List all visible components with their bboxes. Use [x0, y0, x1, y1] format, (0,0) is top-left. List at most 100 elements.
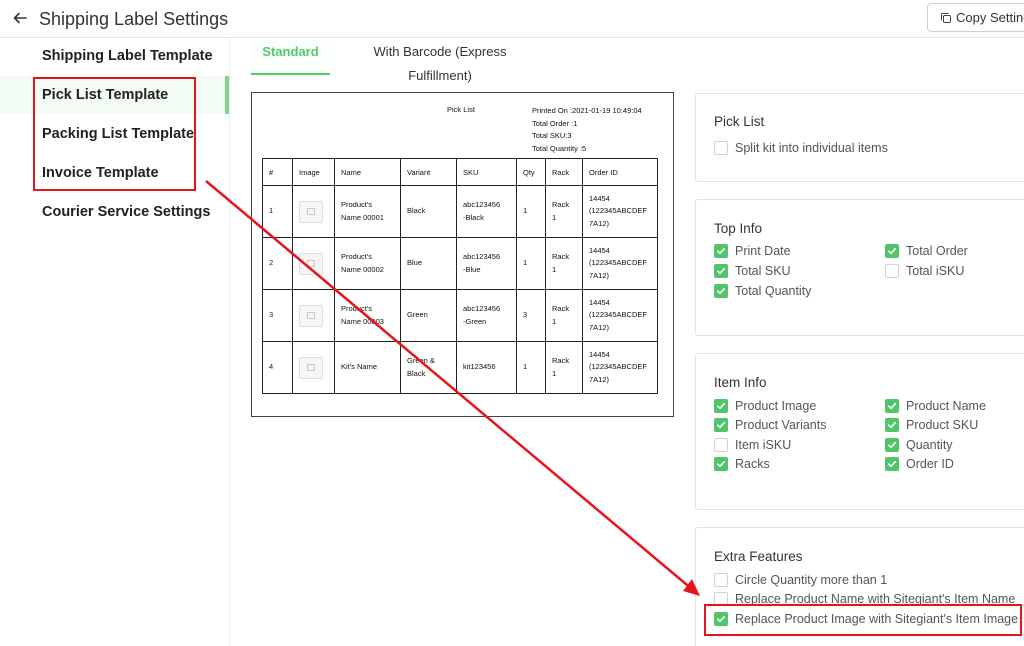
- table-row: 4 Kit's Name Green & Black kit123456 1 Rack 1 14…: [262, 341, 658, 394]
- option-total-order[interactable]: Total Order: [885, 244, 968, 258]
- option-racks[interactable]: Racks: [714, 457, 770, 471]
- cell-line: Green &: [407, 356, 435, 365]
- checkbox[interactable]: [885, 418, 899, 432]
- cell-line: 7A12): [589, 374, 610, 384]
- option-split-kit-into-individual-items[interactable]: Split kit into individual items: [714, 141, 888, 155]
- option-quantity[interactable]: Quantity: [885, 438, 953, 452]
- option-label: Total iSKU: [906, 264, 965, 278]
- option-product-image[interactable]: Product Image: [714, 399, 816, 413]
- cell-line: abc123456: [463, 252, 501, 261]
- cell-no: 1: [262, 185, 293, 238]
- preview-meta: Printed On :2021-01-19 10:49:04 Total Or…: [532, 105, 642, 156]
- check-icon: [888, 247, 897, 255]
- checkbox[interactable]: [714, 573, 728, 587]
- cell-line: (122345ABCDEF: [589, 362, 647, 372]
- col-qty: Qty: [516, 158, 546, 186]
- option-label: Total Order: [906, 244, 968, 258]
- cell-qty: 1: [516, 341, 546, 394]
- option-total-sku[interactable]: Total SKU: [714, 264, 791, 278]
- cell-rack: Rack 1: [545, 185, 583, 238]
- printed-on: Printed On :2021-01-19 10:49:04: [532, 106, 642, 115]
- pick-list-table: # Image Name Variant SKU Qty Rack Order …: [262, 158, 658, 394]
- option-product-name[interactable]: Product Name: [885, 399, 986, 413]
- option-total-isku[interactable]: Total iSKU: [885, 264, 964, 278]
- checkbox[interactable]: [714, 457, 728, 471]
- col-name: Name: [334, 158, 401, 186]
- checkbox[interactable]: [714, 418, 728, 432]
- option-total-quantity[interactable]: Total Quantity: [714, 284, 811, 298]
- cell-line: Black: [407, 206, 426, 216]
- cell-sku: abc123456 -Green: [456, 289, 517, 342]
- checkbox[interactable]: [714, 399, 728, 413]
- checkbox[interactable]: [714, 438, 728, 452]
- top-info-card-title: Top Info: [714, 221, 763, 236]
- cell-line: 7A12): [589, 270, 610, 280]
- cell-variant: Blue: [400, 237, 457, 290]
- cell-line: 14454: [589, 193, 610, 203]
- option-label: Total SKU: [735, 264, 791, 278]
- cell-line: Rack: [552, 356, 570, 365]
- option-circle-quantity-more-than-1[interactable]: Circle Quantity more than 1: [714, 573, 887, 587]
- col-image: Image: [292, 158, 335, 186]
- check-icon: [717, 247, 726, 255]
- cell-line: (122345ABCDEF: [589, 310, 647, 320]
- cell-name: Product's Name 00002: [334, 237, 401, 290]
- checkbox[interactable]: [714, 264, 728, 278]
- checkbox[interactable]: [714, 244, 728, 258]
- checkbox[interactable]: [885, 244, 899, 258]
- cell-line: 1: [552, 264, 557, 274]
- option-label: Product Variants: [735, 418, 827, 432]
- option-print-date[interactable]: Print Date: [714, 244, 791, 258]
- pick-list-card: Pick List Split kit into individual item…: [695, 93, 1024, 182]
- cell-line: Product's: [341, 304, 373, 313]
- checkbox[interactable]: [885, 264, 899, 278]
- checkbox[interactable]: [885, 399, 899, 413]
- cell-sku: kit123456: [456, 341, 517, 394]
- copy-setting-label: Copy Setting: [956, 10, 1024, 25]
- col-order-id: Order ID: [582, 158, 658, 186]
- checkbox[interactable]: [885, 457, 899, 471]
- tab-with-barcode[interactable]: With Barcode (Express Fulfillment): [340, 40, 540, 83]
- cell-img: [292, 237, 335, 290]
- sidebar-item-courier-service-settings[interactable]: Courier Service Settings: [0, 193, 229, 231]
- copy-setting-button[interactable]: Copy Setting: [927, 3, 1024, 32]
- option-label: Circle Quantity more than 1: [735, 573, 888, 587]
- option-label: Total Quantity: [735, 284, 812, 298]
- check-icon: [888, 441, 897, 449]
- cell-line: -Blue: [463, 264, 481, 274]
- checkbox[interactable]: [714, 141, 728, 155]
- option-label: Order ID: [906, 457, 954, 471]
- image-placeholder-icon: [299, 356, 323, 379]
- option-item-isku[interactable]: Item iSKU: [714, 438, 791, 452]
- cell-line: Name 00002: [341, 264, 384, 274]
- cell-sku: abc123456 -Black: [456, 185, 517, 238]
- cell-no: 2: [262, 237, 293, 290]
- option-label: Quantity: [906, 438, 953, 452]
- image-placeholder-icon: [299, 200, 323, 223]
- cell-name: Product's Name 00001: [334, 185, 401, 238]
- image-placeholder-icon: [299, 252, 323, 275]
- option-product-sku[interactable]: Product SKU: [885, 418, 978, 432]
- cell-rack: Rack 1: [545, 237, 583, 290]
- cell-img: [292, 289, 335, 342]
- page-header: Shipping Label Settings Copy Setting: [0, 0, 1024, 38]
- tab-standard[interactable]: Standard: [251, 40, 330, 75]
- sidebar-item-shipping-label-template[interactable]: Shipping Label Template: [0, 37, 229, 75]
- cell-line: 1: [552, 212, 557, 222]
- option-label: Split kit into individual items: [735, 141, 888, 155]
- cell-variant: Green & Black: [400, 341, 457, 394]
- checkbox[interactable]: [885, 438, 899, 452]
- back-arrow-icon[interactable]: [12, 10, 28, 26]
- pick-list-preview: Pick List Printed On :2021-01-19 10:49:0…: [251, 92, 674, 417]
- cell-variant: Green: [400, 289, 457, 342]
- option-product-variants[interactable]: Product Variants: [714, 418, 826, 432]
- checkbox[interactable]: [714, 284, 728, 298]
- check-icon: [888, 421, 897, 429]
- pick-list-card-title: Pick List: [714, 114, 765, 129]
- cell-order: 14454 (122345ABCDEF 7A12): [582, 237, 658, 290]
- cell-line: kit123456: [463, 362, 496, 372]
- cell-order: 14454 (122345ABCDEF 7A12): [582, 185, 658, 238]
- option-order-id[interactable]: Order ID: [885, 457, 954, 471]
- option-label: Product Name: [906, 399, 986, 413]
- cell-qty: 3: [516, 289, 546, 342]
